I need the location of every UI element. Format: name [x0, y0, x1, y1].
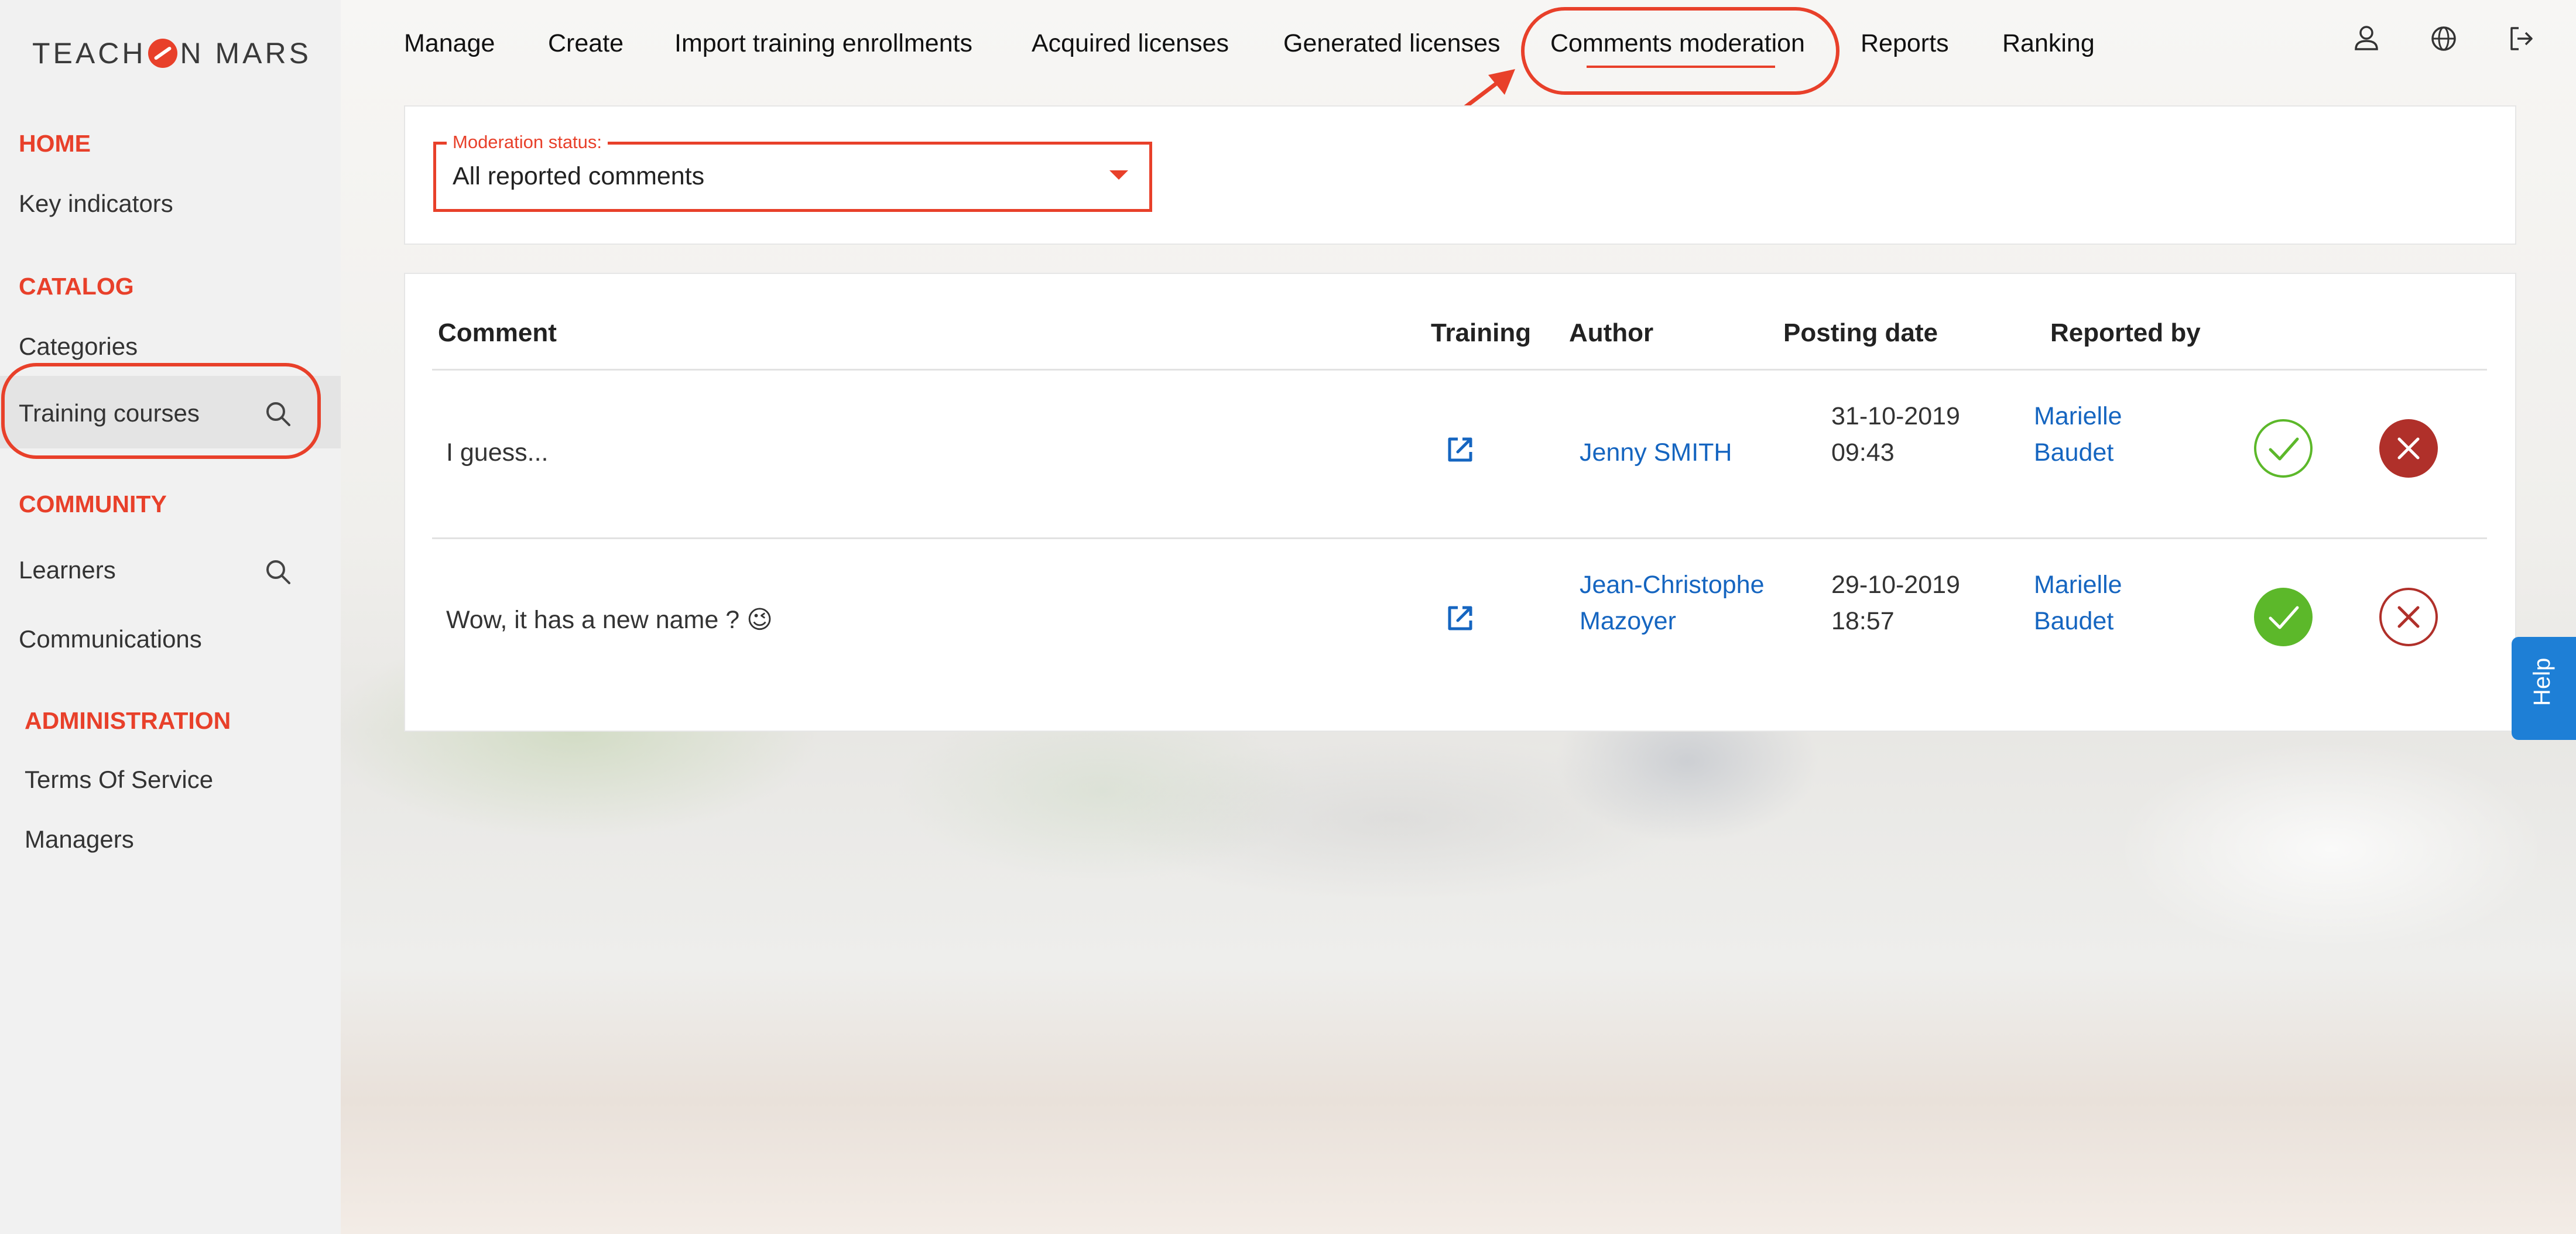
tab-acquired-licenses[interactable]: Acquired licenses	[1032, 29, 1229, 58]
tab-create[interactable]: Create	[548, 29, 624, 58]
header-divider	[432, 369, 2487, 371]
moderation-status-label: Moderation status:	[447, 132, 608, 153]
header-training: Training	[1431, 318, 1532, 347]
comments-moderation-highlight	[1521, 7, 1839, 95]
learners-search-icon[interactable]	[265, 558, 292, 585]
open-training-icon[interactable]	[1444, 602, 1477, 635]
logo-o-icon	[148, 39, 178, 68]
filter-panel: Moderation status: All reported comments	[404, 105, 2516, 245]
reject-filled-icon[interactable]	[2378, 418, 2439, 479]
posting-date: 31-10-2019	[1831, 402, 1960, 430]
section-community: COMMUNITY	[19, 491, 167, 517]
header-author: Author	[1569, 318, 1654, 347]
tab-import-training-enrollments[interactable]: Import training enrollments	[674, 29, 972, 58]
sidebar-item-communications[interactable]: Communications	[19, 625, 202, 653]
logo-text-part1: TEACH	[32, 37, 146, 70]
posting-time: 18:57	[1831, 607, 1895, 635]
caret-down-icon[interactable]	[1109, 170, 1128, 180]
comment-text: I guess...	[446, 438, 549, 467]
reporter-link-line1[interactable]: Marielle	[2034, 567, 2122, 603]
section-home: HOME	[19, 130, 91, 157]
reporter-link-line1[interactable]: Marielle	[2034, 398, 2122, 434]
moderation-status-value: All reported comments	[453, 162, 705, 190]
help-button[interactable]: Help	[2512, 637, 2576, 740]
moderation-status-select[interactable]: Moderation status: All reported comments	[433, 132, 1152, 212]
globe-icon[interactable]	[2428, 23, 2459, 54]
sidebar-item-categories[interactable]: Categories	[19, 333, 138, 361]
user-icon[interactable]	[2351, 23, 2382, 54]
tab-reports[interactable]: Reports	[1861, 29, 1949, 58]
posting-time: 09:43	[1831, 438, 1895, 467]
header-comment: Comment	[438, 318, 557, 347]
approve-outline-icon[interactable]	[2253, 418, 2314, 479]
sidebar-item-managers[interactable]: Managers	[25, 825, 134, 853]
reporter-link-line2[interactable]: Baudet	[2034, 434, 2113, 471]
logout-icon[interactable]	[2506, 23, 2536, 54]
logo[interactable]: TEACH N MARS	[32, 36, 311, 70]
training-courses-highlight	[1, 363, 321, 459]
posting-date: 29-10-2019	[1831, 571, 1960, 599]
author-link-line1[interactable]: Jean-Christophe	[1580, 567, 1765, 603]
comment-text: Wow, it has a new name ? 😉	[446, 606, 773, 634]
tab-generated-licenses[interactable]: Generated licenses	[1283, 29, 1501, 58]
open-training-icon[interactable]	[1444, 433, 1477, 466]
tab-manage[interactable]: Manage	[404, 29, 495, 58]
help-label: Help	[2529, 657, 2555, 706]
reporter-link-line2[interactable]: Baudet	[2034, 603, 2113, 639]
sidebar: TEACH N MARS HOME Key indicators CATALOG…	[0, 0, 341, 1234]
header-posting-date: Posting date	[1783, 318, 1938, 347]
sidebar-item-terms-of-service[interactable]: Terms Of Service	[25, 766, 213, 794]
tab-ranking[interactable]: Ranking	[2002, 29, 2095, 58]
sidebar-item-key-indicators[interactable]: Key indicators	[19, 190, 173, 218]
section-catalog: CATALOG	[19, 273, 134, 300]
row-divider	[432, 537, 2487, 539]
sidebar-item-learners[interactable]: Learners	[19, 556, 116, 584]
author-link-line2[interactable]: Mazoyer	[1580, 603, 1676, 639]
author-link[interactable]: Jenny SMITH	[1580, 434, 1732, 471]
header-reported-by: Reported by	[2050, 318, 2201, 347]
approve-filled-icon[interactable]	[2253, 587, 2314, 647]
logo-text-part2: N MARS	[180, 37, 311, 70]
section-administration: ADMINISTRATION	[25, 707, 231, 734]
reject-outline-icon[interactable]	[2378, 587, 2439, 647]
comments-table: Comment Training Author Posting date Rep…	[404, 273, 2516, 732]
